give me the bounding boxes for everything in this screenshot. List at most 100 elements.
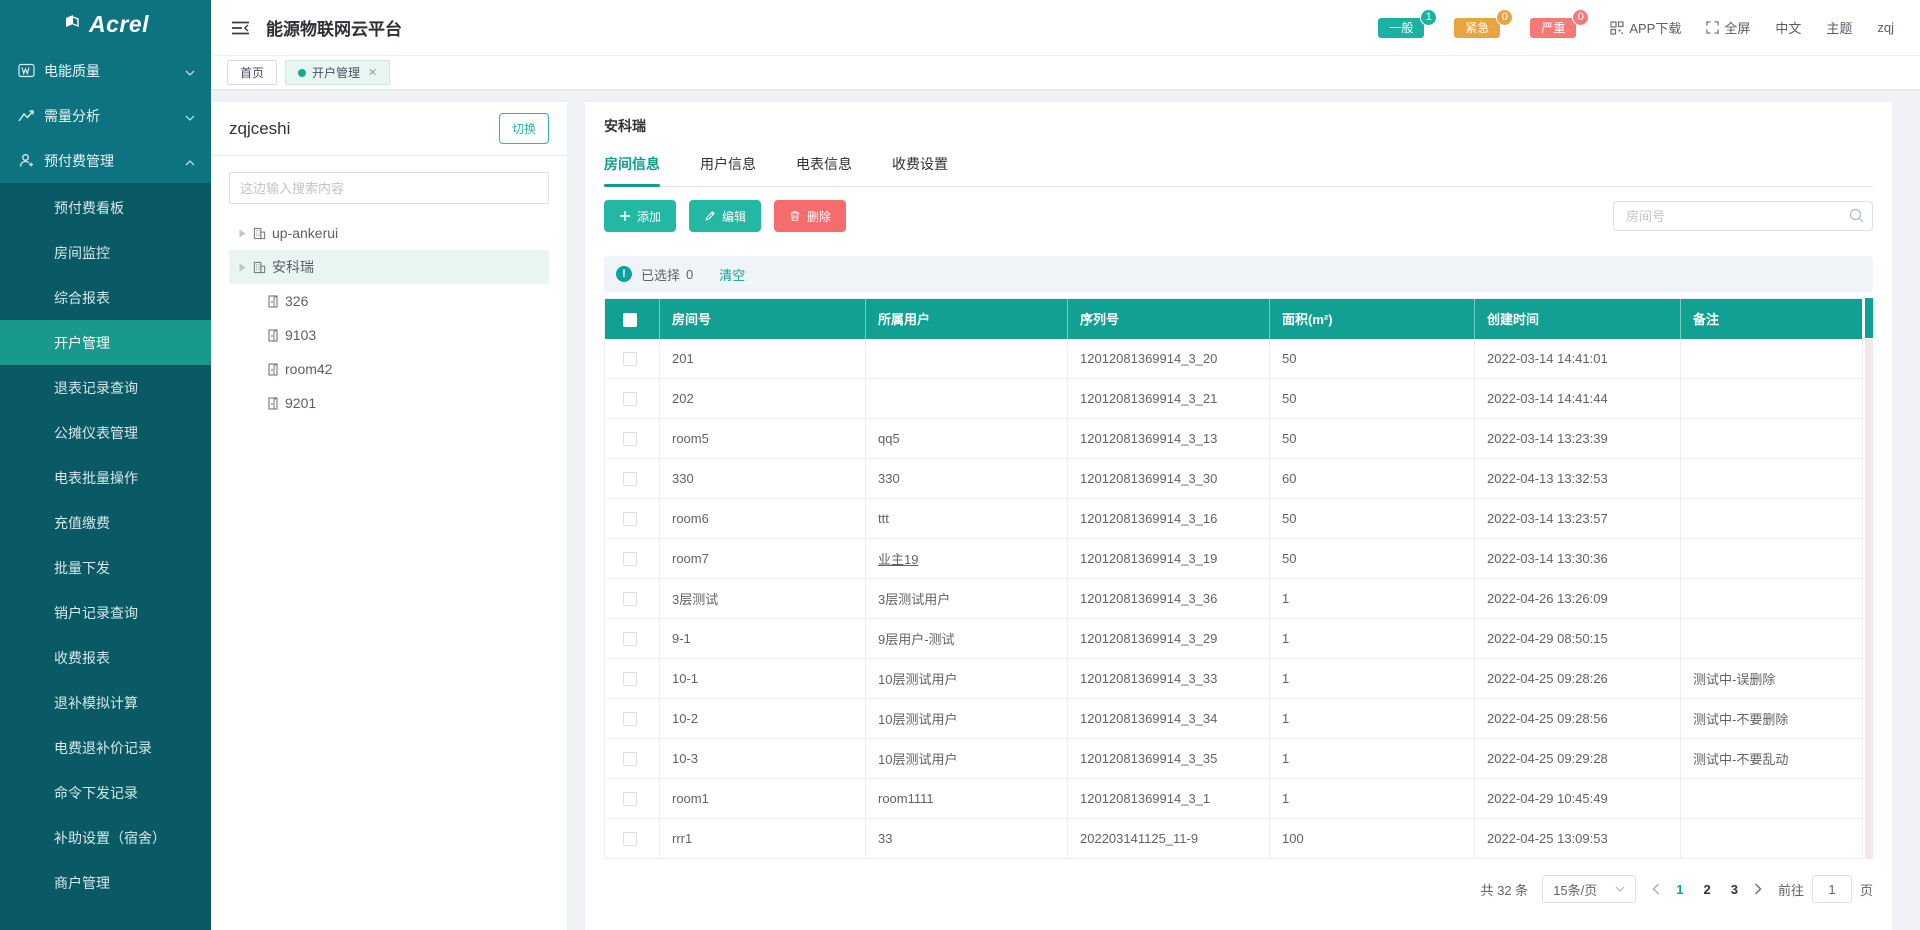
add-button[interactable]: 添加 <box>604 200 676 232</box>
room-search-input[interactable] <box>1613 201 1873 231</box>
row-checkbox[interactable] <box>623 752 637 766</box>
tree-node[interactable]: room42 <box>229 352 549 386</box>
theme-switch[interactable]: 主题 <box>1826 18 1852 37</box>
delete-button[interactable]: 删除 <box>774 200 846 232</box>
table-cell: 12012081369914_3_34 <box>1068 699 1270 739</box>
content: zqjceshi 切换 up-ankerui 安科瑞 326 9103 room… <box>211 90 1920 930</box>
next-page-button[interactable] <box>1752 883 1764 895</box>
row-checkbox[interactable] <box>623 432 637 446</box>
tab[interactable]: 收费设置 <box>892 144 948 186</box>
scrollbar-track[interactable] <box>1865 339 1873 859</box>
row-checkbox[interactable] <box>623 352 637 366</box>
sidebar-submenu-item[interactable]: 批量下发 <box>0 545 211 590</box>
collapse-menu-icon[interactable] <box>227 15 253 41</box>
sidebar-submenu-item[interactable]: 开户管理 <box>0 320 211 365</box>
tree-node[interactable]: 326 <box>229 284 549 318</box>
breadcrumb-tab-active[interactable]: 开户管理 ✕ <box>285 60 390 85</box>
switch-button[interactable]: 切换 <box>499 113 549 144</box>
sidebar-submenu-item[interactable]: 电表批量操作 <box>0 455 211 500</box>
goto-page-input[interactable] <box>1812 875 1852 903</box>
row-checkbox[interactable] <box>623 832 637 846</box>
row-checkbox[interactable] <box>623 472 637 486</box>
table-row[interactable]: room1room111112012081369914_3_112022-04-… <box>605 779 1863 819</box>
sidebar-group-prepaid-management[interactable]: 预付费管理 <box>0 138 211 183</box>
caret-icon[interactable] <box>239 263 253 272</box>
sidebar-submenu-item[interactable]: 退补模拟计算 <box>0 680 211 725</box>
tab[interactable]: 房间信息 <box>604 144 660 186</box>
sidebar-submenu-item[interactable]: 充值缴费 <box>0 500 211 545</box>
row-checkbox[interactable] <box>623 792 637 806</box>
table-cell: 33 <box>866 819 1068 859</box>
table-cell: 50 <box>1270 539 1475 579</box>
tab[interactable]: 用户信息 <box>700 144 756 186</box>
language-switch[interactable]: 中文 <box>1775 18 1801 37</box>
breadcrumb-tab-home[interactable]: 首页 <box>227 60 277 85</box>
sidebar-submenu-item[interactable]: 综合报表 <box>0 275 211 320</box>
sidebar-submenu-item[interactable]: 商户管理 <box>0 860 211 905</box>
row-checkbox[interactable] <box>623 512 637 526</box>
search-icon[interactable] <box>1849 208 1864 228</box>
table-row[interactable]: 9-19层用户-测试12012081369914_3_2912022-04-29… <box>605 619 1863 659</box>
alarm-badge-label: 一般 <box>1378 18 1424 38</box>
sidebar-group-power-quality[interactable]: 电能质量 <box>0 48 211 93</box>
sidebar-submenu-item[interactable]: 收费报表 <box>0 635 211 680</box>
table-scrollbar[interactable] <box>1865 298 1873 859</box>
app-download-link[interactable]: APP下载 <box>1610 18 1681 37</box>
sidebar-group-demand-analysis[interactable]: 需量分析 <box>0 93 211 138</box>
page: Acrel 电能质量 需量分析 预付费管理 预付费看板房间监控综合报表开户管理退… <box>0 0 1920 930</box>
table-cell: 12012081369914_3_35 <box>1068 739 1270 779</box>
table-row[interactable]: room5qq512012081369914_3_13502022-03-14 … <box>605 419 1863 459</box>
table-row[interactable]: room6ttt12012081369914_3_16502022-03-14 … <box>605 499 1863 539</box>
sidebar-submenu-item[interactable]: 退表记录查询 <box>0 365 211 410</box>
user-menu[interactable]: zqj <box>1877 20 1894 35</box>
tree-node[interactable]: 9201 <box>229 386 549 420</box>
alarm-badge[interactable]: 一般 1 <box>1378 18 1424 38</box>
close-icon[interactable]: ✕ <box>368 66 377 79</box>
page-number[interactable]: 2 <box>1704 882 1711 897</box>
prev-page-button[interactable] <box>1650 883 1662 895</box>
row-checkbox[interactable] <box>623 552 637 566</box>
tree-node[interactable]: 9103 <box>229 318 549 352</box>
page-number[interactable]: 3 <box>1731 882 1738 897</box>
table-row[interactable]: 20212012081369914_3_21502022-03-14 14:41… <box>605 379 1863 419</box>
row-checkbox[interactable] <box>623 712 637 726</box>
sidebar-submenu-item[interactable]: 命令下发记录 <box>0 770 211 815</box>
table-row[interactable]: 10-310层测试用户12012081369914_3_3512022-04-2… <box>605 739 1863 779</box>
table-row[interactable]: 10-210层测试用户12012081369914_3_3412022-04-2… <box>605 699 1863 739</box>
row-checkbox[interactable] <box>623 672 637 686</box>
sidebar-submenu-item[interactable]: 预付费看板 <box>0 185 211 230</box>
alarm-badge[interactable]: 紧急 0 <box>1454 18 1500 38</box>
alarm-badge-count: 1 <box>1420 9 1437 26</box>
table-cell: 12012081369914_3_19 <box>1068 539 1270 579</box>
sidebar-submenu-item[interactable]: 销户记录查询 <box>0 590 211 635</box>
tree-body: up-ankerui 安科瑞 326 9103 room42 9201 <box>211 156 567 420</box>
tree-node[interactable]: up-ankerui <box>229 216 549 250</box>
page-number[interactable]: 1 <box>1676 882 1683 897</box>
table-row[interactable]: room7业主1912012081369914_3_19502022-03-14… <box>605 539 1863 579</box>
page-size-select[interactable]: 15条/页 <box>1542 875 1636 903</box>
row-checkbox[interactable] <box>623 592 637 606</box>
tab[interactable]: 电表信息 <box>796 144 852 186</box>
sidebar-submenu-item[interactable]: 公摊仪表管理 <box>0 410 211 455</box>
alarm-badge[interactable]: 严重 0 <box>1530 18 1576 38</box>
caret-icon[interactable] <box>239 229 253 238</box>
row-checkbox[interactable] <box>623 632 637 646</box>
table-row[interactable]: 33033012012081369914_3_30602022-04-13 13… <box>605 459 1863 499</box>
table-row[interactable]: rrr133202203141125_11-91002022-04-25 13:… <box>605 819 1863 859</box>
acrel-logo-icon <box>62 12 82 37</box>
sidebar-submenu-item[interactable]: 补助设置（宿舍） <box>0 815 211 860</box>
table-row[interactable]: 20112012081369914_3_20502022-03-14 14:41… <box>605 339 1863 379</box>
select-all-checkbox[interactable] <box>623 313 637 327</box>
edit-button[interactable]: 编辑 <box>689 200 761 232</box>
tree-search-input[interactable] <box>229 172 549 204</box>
fullscreen-link[interactable]: 全屏 <box>1706 18 1750 37</box>
tree-list: up-ankerui 安科瑞 326 9103 room42 9201 <box>229 216 549 420</box>
goto-page: 前往 页 <box>1778 875 1873 903</box>
sidebar-submenu-item[interactable]: 电费退补价记录 <box>0 725 211 770</box>
table-row[interactable]: 10-110层测试用户12012081369914_3_3312022-04-2… <box>605 659 1863 699</box>
table-row[interactable]: 3层测试3层测试用户12012081369914_3_3612022-04-26… <box>605 579 1863 619</box>
row-checkbox[interactable] <box>623 392 637 406</box>
tree-node[interactable]: 安科瑞 <box>229 250 549 284</box>
sidebar-submenu-item[interactable]: 房间监控 <box>0 230 211 275</box>
clear-selection-link[interactable]: 清空 <box>719 265 745 284</box>
